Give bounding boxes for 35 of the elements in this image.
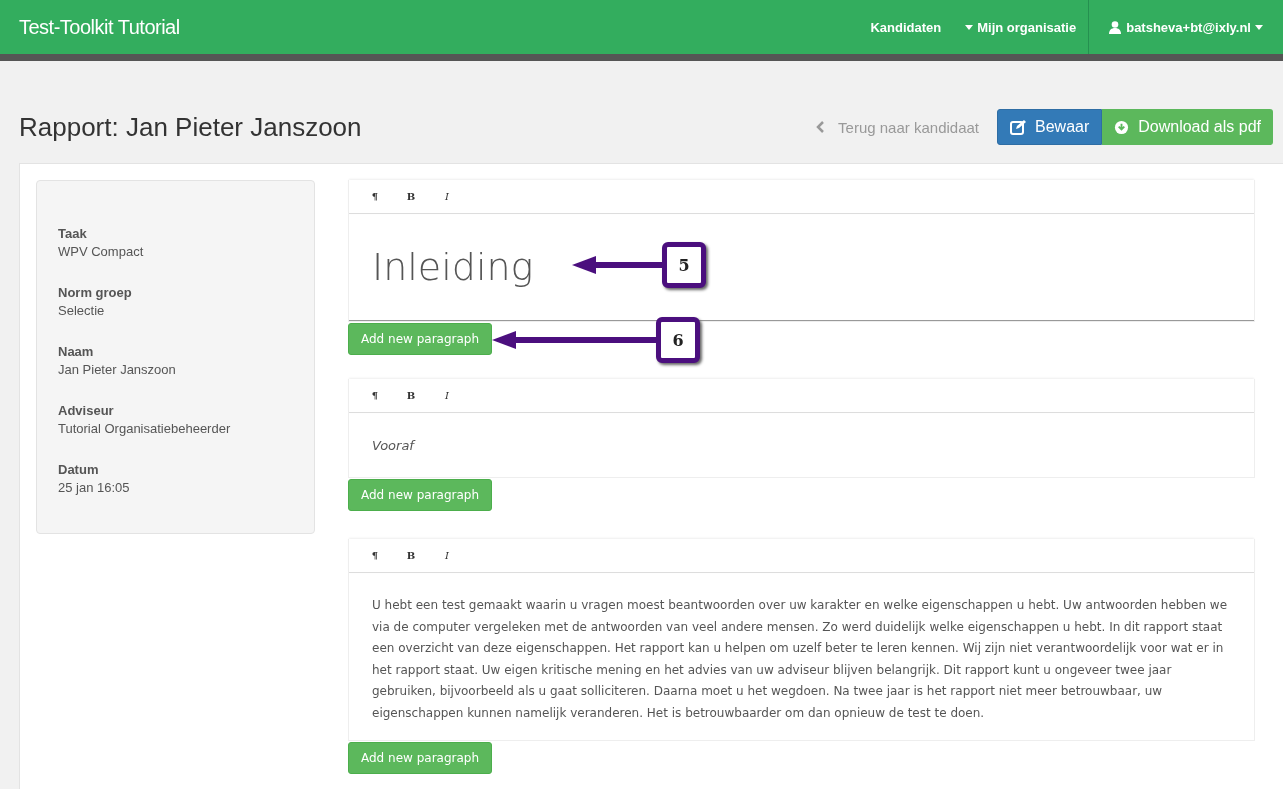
detail-value: Selectie [58, 302, 106, 320]
format-button[interactable]: I [429, 549, 465, 562]
text-editor[interactable] [348, 539, 1255, 741]
detail-label: Norm groep [58, 284, 133, 302]
editor-content: Vooraf [372, 437, 414, 453]
step-number: 5 [662, 242, 706, 288]
caret-icon [965, 24, 974, 30]
format-button[interactable]: ¶ [357, 549, 393, 562]
detail-value: Tutorial Organisatiebeheerder [58, 420, 232, 438]
format-button[interactable]: B [393, 389, 429, 402]
page-title: Rapport: Jan Pieter Janszoon [19, 111, 362, 143]
detail-label: Naam [58, 343, 95, 361]
text-editor[interactable]: ¶ B I Inleiding 5 [348, 180, 1255, 322]
format-button[interactable]: ¶ [357, 190, 393, 203]
detail-label: Datum [58, 461, 100, 479]
detail-value: Jan Pieter Janszoon [58, 361, 177, 379]
detail-value: WPV Compact [58, 243, 145, 261]
save-button[interactable]: Bewaar [997, 109, 1103, 145]
format-button[interactable]: B [393, 190, 429, 203]
editor-content: U hebt een test gemaakt waarin u vragen moest beantwoorden over uw karakter en welke eigenschappen u hebt. Uw antwoorden hebben we via de computer vergeleken met de antwoorden van veel andere mensen. Zo werd duidelijk welke eigenschappen u hebt. In dit rapport staat een overzicht van deze eigenschappen. Het rapport kan u helpen om uzelf beter te leren kennen. Wij zijn niet verantwoordelijk voor wat er in het rapport staat. Uw eigen kritische mening en het advies van uw adviseur blijven belangrijk. Dit rapport kunt u ongeveer twee jaar gebruiken, bijvoorbeeld als u gaat solliciteren. Daarna moet u het wegdoen. Na twee jaar is het rapport niet meer betrouwbaar, uw eigenschappen kunnen namelijk veranderen. Het is betrouwbaarder om dan opnieuw de test te doen. [372, 597, 1229, 722]
editor-content: Inleiding [372, 245, 534, 289]
edit-icon [1010, 119, 1026, 135]
format-button[interactable]: I [429, 190, 465, 203]
step-number: 6 [656, 317, 701, 363]
caret-icon [1255, 24, 1263, 30]
format-button[interactable]: ¶ [357, 389, 393, 402]
user-icon [1109, 20, 1122, 34]
detail-label: Taak [58, 225, 88, 243]
detail-value: 25 jan 16:05 [58, 479, 131, 497]
text-editor[interactable]: ¶ B I Vooraf [348, 379, 1255, 478]
format-button[interactable]: I [429, 389, 465, 402]
download-icon [1114, 119, 1130, 135]
format-button[interactable]: B [393, 549, 429, 562]
chevron-left-icon [816, 121, 825, 133]
detail-label: Adviseur [58, 402, 115, 420]
